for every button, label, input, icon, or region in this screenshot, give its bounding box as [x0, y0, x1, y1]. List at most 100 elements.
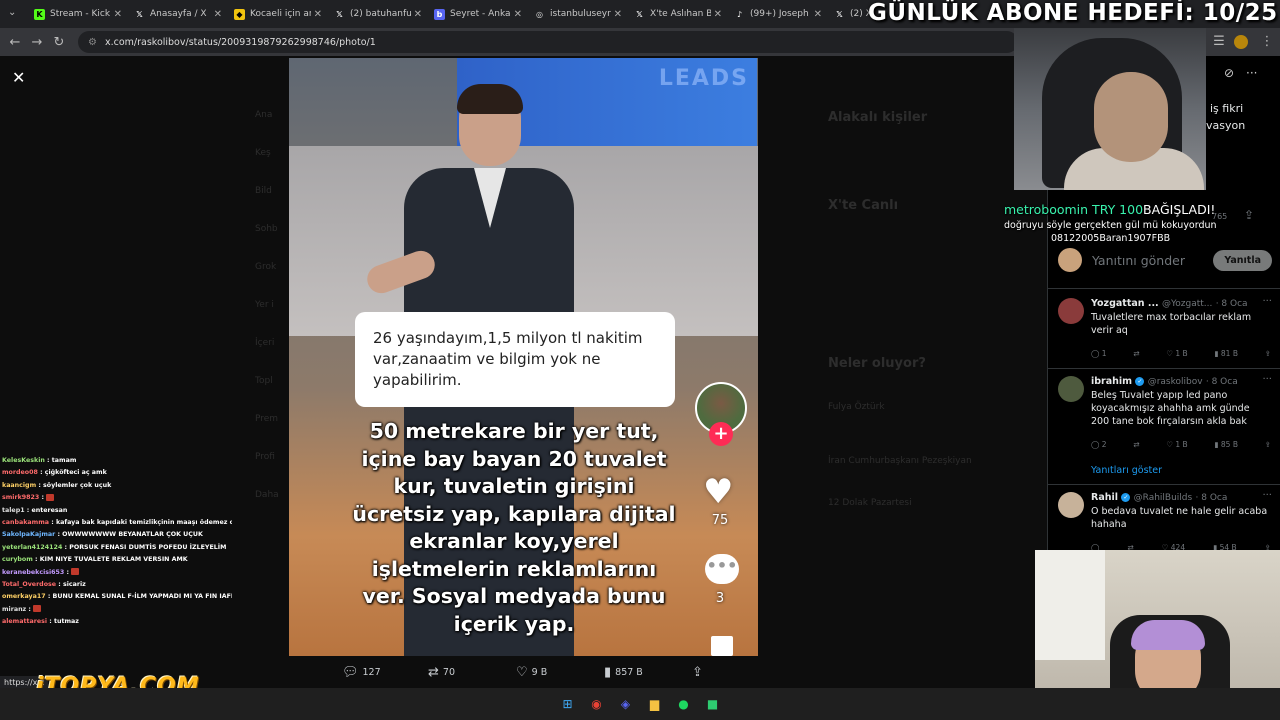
like-action[interactable]: ♡ 9 B — [516, 664, 547, 680]
reply-stats: ◯ 1 ⇄ ♡ 1 B ▮ 81 B ⇪ — [1091, 349, 1271, 358]
close-tab-icon[interactable]: ✕ — [814, 9, 822, 20]
chat-username[interactable]: alemattaresi — [2, 618, 47, 625]
reply-input[interactable]: Yanıtını gönder — [1092, 253, 1213, 268]
chat-username[interactable]: curybom — [2, 556, 33, 563]
chat-username[interactable]: omerkaya17 — [2, 593, 46, 600]
chat-username[interactable]: miranz — [2, 606, 26, 613]
reply-stat-like[interactable]: ♡ 1 B — [1166, 440, 1187, 449]
show-replies-link[interactable]: Yanıtları göster — [1091, 465, 1162, 476]
url-field[interactable]: ⚙ x.com/raskolibov/status/20093198792629… — [78, 31, 1018, 53]
chat-text: söylemler çok uçuk — [43, 481, 112, 489]
chat-separator: : — [26, 605, 34, 613]
chat-username[interactable]: smirk9823 — [2, 494, 39, 501]
forward-icon[interactable]: → — [26, 35, 48, 50]
reply-stat-repost[interactable]: ⇄ — [1133, 349, 1139, 358]
chat-message: KelesKeskin : tamam — [2, 455, 232, 467]
reply-stat-views[interactable]: ▮ 81 B — [1214, 349, 1238, 358]
like-count-tweet: 9 B — [531, 666, 548, 678]
chrome-icon[interactable]: ◉ — [585, 692, 609, 716]
folder-icon[interactable]: ▆ — [643, 692, 667, 716]
chat-text: PORSUK FENASI DUMTİS POFEDU İZLEYELİM — [69, 543, 227, 551]
discord-icon[interactable]: ◈ — [614, 692, 638, 716]
tab-label: (2) batuhanfurk — [350, 9, 411, 19]
chat-username[interactable]: SakolpaKajmar — [2, 531, 55, 538]
chat-username[interactable]: keranebekcisi653 — [2, 569, 64, 576]
chat-username[interactable]: canbakamma — [2, 519, 49, 526]
heart-icon[interactable]: ♥ — [703, 472, 733, 512]
chat-username[interactable]: kaancigm — [2, 482, 36, 489]
more-icon[interactable]: ··· — [1262, 490, 1272, 501]
chat-message: omerkaya17 : BUNU KEMAL SUNAL F-İLM YAPM… — [2, 591, 232, 603]
browser-tab[interactable]: K Stream - Kick D ✕ — [28, 3, 128, 25]
reply-author: ibrahim ✓ @raskolibov · 8 Oca — [1091, 376, 1238, 387]
views-action[interactable]: ▮ 857 B — [604, 664, 643, 680]
grok-icon[interactable]: ⊘ — [1224, 66, 1234, 80]
close-tab-icon[interactable]: ✕ — [114, 9, 122, 20]
share-action[interactable]: ⇪ — [692, 664, 707, 680]
close-icon[interactable]: ✕ — [12, 68, 25, 87]
reply-stat-share[interactable]: ⇪ — [1265, 349, 1271, 358]
chat-username[interactable]: talep1 — [2, 507, 25, 514]
browser-tab[interactable]: 𝕏 Anasayfa / X ✕ — [128, 3, 228, 25]
menu-icon[interactable]: ⋮ — [1256, 34, 1278, 49]
share-icon[interactable] — [711, 636, 733, 656]
browser-tab[interactable]: b Seyret - Ankara ✕ — [428, 3, 528, 25]
comment-icon[interactable]: ••• — [705, 554, 739, 584]
site-info-icon[interactable]: ⚙ — [88, 37, 97, 48]
more-icon[interactable]: ··· — [1246, 66, 1257, 80]
reply-text: O bedava tuvalet ne hale gelir acaba hah… — [1091, 506, 1268, 530]
partial-text: iş fikri — [1210, 102, 1244, 115]
close-tab-icon[interactable]: ✕ — [514, 9, 522, 20]
reply-stat-views[interactable]: ▮ 85 B — [1214, 440, 1238, 449]
chat-separator: : — [32, 556, 40, 564]
spotify-icon[interactable]: ● — [672, 692, 696, 716]
more-icon[interactable]: ··· — [1262, 374, 1272, 385]
repost-action[interactable]: ⇄ 70 — [428, 664, 455, 680]
close-tab-icon[interactable]: ✕ — [614, 9, 622, 20]
reply-stat-replies[interactable]: ◯ 1 — [1091, 349, 1107, 358]
x-icon: 𝕏 — [636, 9, 643, 19]
browser-tab[interactable]: ◎ istanbuluseyre ✕ — [528, 3, 628, 25]
stat-value: 85 B — [1220, 440, 1238, 449]
reply-button[interactable]: Yanıtla — [1213, 249, 1272, 271]
chat-username[interactable]: Total_Overdose — [2, 581, 56, 588]
tab-label: X'te Aslıhan B — [650, 9, 711, 19]
avatar — [1058, 376, 1084, 402]
chat-username[interactable]: KelesKeskin — [2, 457, 45, 464]
follow-plus-icon[interactable]: + — [709, 422, 733, 446]
screen-text: LEADS — [658, 66, 749, 91]
chat-message: keranebekcisi653 : — [2, 567, 232, 579]
partial-text: vasyon — [1206, 119, 1246, 132]
app-icon[interactable]: ■ — [701, 692, 725, 716]
reply-stat-like[interactable]: ♡ 1 B — [1166, 349, 1187, 358]
windows-start-icon[interactable]: ⊞ — [556, 692, 580, 716]
close-tab-icon[interactable]: ✕ — [714, 9, 722, 20]
tab-search-icon[interactable]: ⌄ — [8, 7, 16, 18]
reload-icon[interactable]: ↻ — [48, 35, 70, 50]
divider — [1048, 368, 1280, 369]
reply-stat-replies[interactable]: ◯ 2 — [1091, 440, 1107, 449]
chat-message: miranz : — [2, 604, 232, 616]
browser-tab[interactable]: ◆ Kocaeli için an ✕ — [228, 3, 328, 25]
back-icon[interactable]: ← — [4, 35, 26, 50]
browser-tab[interactable]: 𝕏 X'te Aslıhan B ✕ — [628, 3, 728, 25]
extensions-icon[interactable]: ☰ — [1208, 34, 1230, 49]
close-tab-icon[interactable]: ✕ — [214, 9, 222, 20]
chat-username[interactable]: mordeo08 — [2, 469, 38, 476]
profile-avatar[interactable] — [1234, 35, 1248, 49]
close-tab-icon[interactable]: ✕ — [414, 9, 422, 20]
more-icon[interactable]: ··· — [1262, 296, 1272, 307]
reply-action[interactable]: 💬︎ 127 — [342, 664, 381, 680]
chat-text: tutmaz — [53, 618, 79, 626]
browser-tab[interactable]: 𝕏 (2) batuhanfurk ✕ — [328, 3, 428, 25]
reply-stat-repost[interactable]: ⇄ — [1133, 440, 1139, 449]
chat-username[interactable]: yeterlan4124124 — [2, 544, 62, 551]
video-player[interactable]: LEADS 26 yaşındayım,1,5 milyon tl nakiti… — [289, 58, 758, 656]
chat-message: Total_Overdose : sicariz — [2, 579, 232, 591]
browser-tab[interactable]: ♪ (99+) Joseph (G ✕ — [728, 3, 828, 25]
donation-line: metroboomin TRY 100BAĞIŞLADI! — [1004, 202, 1274, 217]
verified-icon: ✓ — [1135, 377, 1145, 386]
chat-text: sicariz — [62, 581, 86, 589]
reply-stat-share[interactable]: ⇪ — [1265, 440, 1271, 449]
close-tab-icon[interactable]: ✕ — [314, 9, 322, 20]
